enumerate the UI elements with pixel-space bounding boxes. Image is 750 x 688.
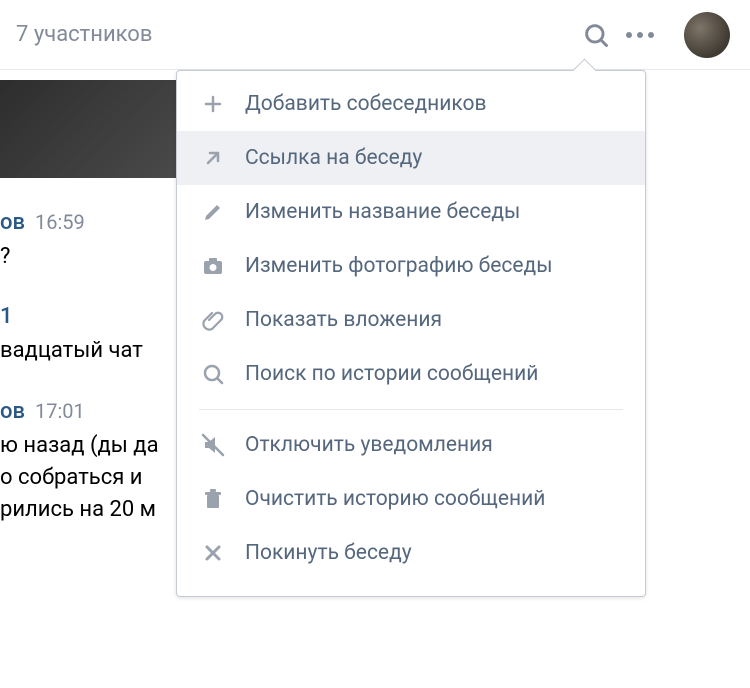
menu-item-label: Изменить название беседы	[245, 200, 520, 224]
search-icon	[199, 360, 227, 388]
mute-icon	[199, 431, 227, 459]
menu-item-search[interactable]: Поиск по истории сообщений	[177, 347, 645, 401]
close-icon	[199, 539, 227, 567]
menu-item-label: Поиск по истории сообщений	[245, 362, 538, 386]
ellipsis-icon	[626, 32, 654, 38]
message-time: 17:01	[35, 395, 85, 427]
menu-item-arrow-out[interactable]: Ссылка на беседу	[177, 131, 645, 185]
menu-item-label: Очистить историю сообщений	[245, 487, 545, 511]
menu-item-mute[interactable]: Отключить уведомления	[177, 418, 645, 472]
attachment-icon	[199, 306, 227, 334]
search-icon	[582, 21, 610, 49]
plus-icon	[199, 90, 227, 118]
message-author[interactable]: 1	[0, 301, 13, 333]
menu-separator	[199, 409, 623, 410]
chat-photo-attachment[interactable]	[0, 80, 176, 178]
participants-count[interactable]: 7 участников	[16, 22, 152, 47]
menu-item-plus[interactable]: Добавить собеседников	[177, 77, 645, 131]
menu-item-label: Отключить уведомления	[245, 433, 493, 457]
pencil-icon	[199, 198, 227, 226]
trash-icon	[199, 485, 227, 513]
camera-icon	[199, 252, 227, 280]
message-time: 16:59	[35, 206, 85, 238]
menu-item-trash[interactable]: Очистить историю сообщений	[177, 472, 645, 526]
menu-item-pencil[interactable]: Изменить название беседы	[177, 185, 645, 239]
menu-item-label: Покинуть беседу	[245, 541, 412, 565]
menu-item-attachment[interactable]: Показать вложения	[177, 293, 645, 347]
menu-item-label: Ссылка на беседу	[245, 146, 422, 170]
menu-item-label: Показать вложения	[245, 308, 442, 332]
menu-item-label: Добавить собеседников	[245, 92, 487, 116]
message-author[interactable]: ов	[0, 207, 25, 239]
arrow-out-icon	[199, 144, 227, 172]
menu-item-camera[interactable]: Изменить фотографию беседы	[177, 239, 645, 293]
menu-item-label: Изменить фотографию беседы	[245, 254, 553, 278]
search-button[interactable]	[574, 13, 618, 57]
message-author[interactable]: ов	[0, 396, 25, 428]
menu-item-close[interactable]: Покинуть беседу	[177, 526, 645, 580]
chat-actions-menu: Добавить собеседников Ссылка на беседу Изм…	[176, 70, 646, 597]
more-actions-button[interactable]	[618, 13, 662, 57]
chat-header: 7 участников	[0, 0, 750, 70]
avatar[interactable]	[684, 12, 730, 58]
